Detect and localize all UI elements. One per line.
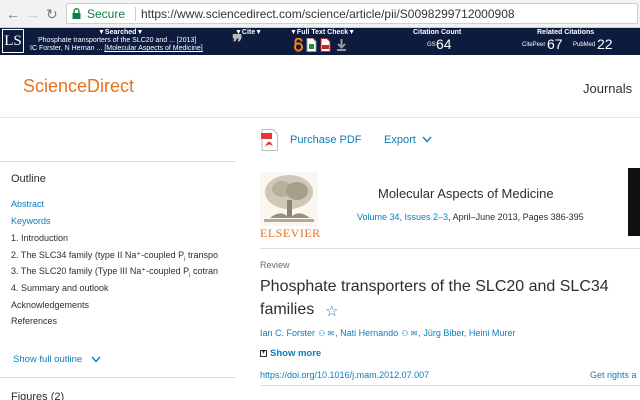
chevron-down-icon[interactable] bbox=[91, 356, 101, 363]
gs-count[interactable]: 64 bbox=[436, 36, 452, 52]
pubmed-count[interactable]: 22 bbox=[597, 36, 613, 52]
sciencedirect-logo[interactable]: ScienceDirect bbox=[23, 76, 134, 97]
outline-item-acknowledgements[interactable]: Acknowledgements bbox=[11, 300, 236, 310]
volume-date-pages: , April–June 2013, Pages 386-395 bbox=[448, 212, 584, 222]
outline-item-summary[interactable]: 4. Summary and outlook bbox=[11, 283, 236, 293]
outline-item-introduction[interactable]: 1. Introduction bbox=[11, 233, 236, 243]
volume-info: Volume 34, Issues 2–3, April–June 2013, … bbox=[357, 212, 584, 222]
elsevier-wordmark: ELSEVIER bbox=[260, 226, 321, 240]
pdf-small-icon[interactable] bbox=[320, 38, 331, 52]
sidebar-divider bbox=[0, 161, 236, 162]
pubmed-label: PubMed bbox=[573, 42, 596, 48]
envelope-icon[interactable]: ✉ bbox=[327, 329, 334, 338]
article-header-divider bbox=[260, 248, 640, 249]
figures-section-title[interactable]: Figures (2) bbox=[11, 391, 64, 400]
searched-title[interactable]: Phosphate transporters of the SLC20 and … bbox=[38, 37, 196, 44]
ls-logo-icon[interactable]: LS bbox=[2, 29, 24, 53]
show-more-button[interactable]: Show more bbox=[270, 348, 321, 359]
lock-icon bbox=[72, 8, 81, 19]
citepeer-count[interactable]: 67 bbox=[547, 36, 563, 52]
file-icon[interactable] bbox=[306, 38, 317, 52]
person-icon[interactable]: ⚇ bbox=[316, 329, 325, 338]
author-link[interactable]: Heini Murer bbox=[469, 328, 516, 338]
outline-item-keywords[interactable]: Keywords bbox=[11, 216, 236, 226]
open-access-icon[interactable] bbox=[293, 38, 304, 52]
secure-label: Secure bbox=[87, 7, 126, 21]
author-link[interactable]: Ian C. Forster bbox=[260, 328, 315, 338]
extension-toolbar: LS ▼Searched▼ Phosphate transporters of … bbox=[0, 28, 640, 55]
article-title-line-2: families bbox=[260, 301, 315, 318]
searched-journal-link[interactable]: [Molecular Aspects of Medicine] bbox=[104, 45, 202, 52]
related-citations-header: Related Citations bbox=[537, 29, 595, 36]
author-link[interactable]: Jürg Biber bbox=[423, 328, 464, 338]
journals-nav-link[interactable]: Journals bbox=[583, 81, 632, 96]
author-list: Ian C. Forster ⚇ ✉, Nati Hernando ⚇ ✉, Jür… bbox=[260, 328, 516, 338]
outline-item-slc20-text: 3. The SLC20 family (Type III Na⁺-couple… bbox=[11, 266, 190, 276]
pdf-icon[interactable] bbox=[261, 129, 278, 151]
article-type-label: Review bbox=[260, 260, 290, 270]
outline-item-slc20-tail: cotran bbox=[190, 266, 219, 276]
chevron-down-icon[interactable] bbox=[422, 136, 432, 143]
get-rights-link[interactable]: Get rights a bbox=[590, 370, 637, 380]
star-icon[interactable]: ☆ bbox=[325, 302, 338, 320]
url-divider bbox=[135, 7, 136, 21]
doi-link[interactable]: https://doi.org/10.1016/j.mam.2012.07.00… bbox=[260, 370, 429, 380]
fulltext-header[interactable]: ▼Full Text Check▼ bbox=[290, 29, 355, 36]
citepeer-label: CitePeer bbox=[522, 42, 546, 48]
purchase-pdf-link[interactable]: Purchase PDF bbox=[290, 134, 362, 146]
volume-link[interactable]: Volume 34, Issues 2–3 bbox=[357, 212, 448, 222]
author-link[interactable]: Nati Hernando bbox=[340, 328, 398, 338]
plus-icon[interactable]: + bbox=[260, 350, 267, 357]
searched-authors-text: IC Forster, N Hernan ... bbox=[30, 45, 105, 52]
show-full-outline-button[interactable]: Show full outline bbox=[13, 354, 82, 365]
outline-item-slc20[interactable]: 3. The SLC20 family (Type III Na⁺-couple… bbox=[11, 266, 236, 279]
envelope-icon[interactable]: ✉ bbox=[411, 329, 418, 338]
outline-item-abstract[interactable]: Abstract bbox=[11, 199, 236, 209]
person-icon[interactable]: ⚇ bbox=[399, 329, 408, 338]
outline-item-slc34-tail: transpo bbox=[185, 250, 219, 260]
outline-title: Outline bbox=[11, 173, 46, 185]
url-text[interactable]: https://www.sciencedirect.com/science/ar… bbox=[141, 7, 515, 21]
article-title: Phosphate transporters of the SLC20 and … bbox=[260, 275, 640, 321]
reload-icon[interactable]: ↻ bbox=[46, 6, 58, 22]
quote-icon[interactable]: ❞ bbox=[232, 33, 243, 53]
export-button[interactable]: Export bbox=[384, 134, 416, 146]
back-arrow-icon[interactable]: ← bbox=[6, 6, 20, 22]
sidebar-divider-bottom bbox=[0, 377, 236, 378]
elsevier-tree-logo[interactable] bbox=[260, 172, 318, 226]
journal-title-link[interactable]: Molecular Aspects of Medicine bbox=[378, 186, 554, 201]
gs-label: GS bbox=[427, 42, 436, 48]
outline-item-references[interactable]: References bbox=[11, 316, 236, 326]
outline-item-slc34[interactable]: 2. The SLC34 family (type II Na⁺-coupled… bbox=[11, 250, 236, 263]
forward-arrow-icon[interactable]: → bbox=[26, 6, 40, 22]
searched-header[interactable]: ▼Searched▼ bbox=[98, 29, 143, 36]
outline-item-slc34-text: 2. The SLC34 family (type II Na⁺-coupled… bbox=[11, 250, 185, 260]
download-icon[interactable] bbox=[336, 38, 347, 52]
url-bar[interactable]: Secure https://www.sciencedirect.com/sci… bbox=[66, 3, 638, 24]
journal-cover-image[interactable] bbox=[628, 168, 640, 236]
citation-count-header: Citation Count bbox=[413, 29, 462, 36]
doi-divider bbox=[260, 385, 640, 386]
browser-address-bar: ← → ↻ Secure https://www.sciencedirect.c… bbox=[0, 0, 640, 28]
article-title-line-1: Phosphate transporters of the SLC20 and … bbox=[260, 278, 609, 295]
header-divider bbox=[0, 117, 640, 118]
searched-authors[interactable]: IC Forster, N Hernan ... [Molecular Aspe… bbox=[30, 45, 203, 52]
